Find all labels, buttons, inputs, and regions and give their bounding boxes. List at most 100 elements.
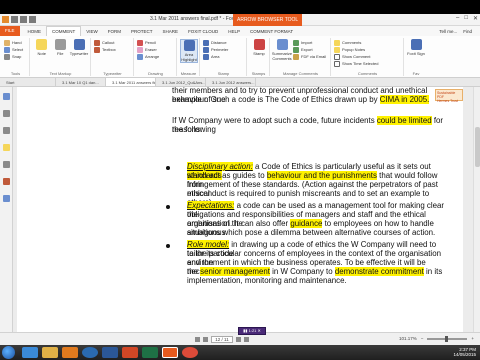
doc-tab[interactable]: 3.1 Jun 2012_Qu&Ans... [156, 78, 206, 86]
prev-page-icon[interactable] [203, 337, 208, 342]
tab-protect[interactable]: PROTECT [126, 29, 158, 34]
document-tab-bar: Start 3.1 Mar 10 Q1 dan... 3.1 Mar 2011 … [0, 78, 480, 87]
tell-me-input[interactable]: Tell me... [439, 29, 457, 34]
tab-home[interactable]: HOME [23, 29, 47, 34]
page-number-input[interactable]: 12 / 11 [211, 336, 233, 343]
recording-control-bar[interactable]: ▮▮ 1:21 ✕ [238, 327, 266, 335]
highlight-annotation[interactable]: could be limited [376, 116, 432, 125]
print-icon[interactable] [20, 16, 27, 23]
select-tool-button[interactable]: Select [4, 46, 27, 53]
close-button[interactable]: ✕ [473, 15, 478, 22]
file-attach-button[interactable]: File [52, 39, 70, 75]
zoom-out-icon[interactable]: − [421, 336, 424, 341]
zoom-level[interactable]: 101.17% [399, 336, 417, 341]
area-highlight-button[interactable]: Area Highlight [180, 39, 198, 63]
bullet [166, 166, 170, 170]
vertical-scrollbar[interactable] [473, 87, 480, 332]
quick-access-toolbar [2, 16, 36, 23]
perimeter-button[interactable]: Perimeter [203, 46, 244, 53]
powerpoint-icon[interactable] [122, 347, 138, 358]
comments-dropdown[interactable]: Comments [334, 39, 401, 46]
pages-icon[interactable] [3, 110, 10, 117]
word-icon[interactable] [102, 347, 118, 358]
typewriter-icon [73, 39, 85, 50]
show-comment-checkbox[interactable]: Show Comment [334, 53, 401, 60]
scrollbar-thumb[interactable] [475, 127, 480, 167]
file-tab[interactable]: FILE [0, 26, 20, 36]
last-page-icon[interactable] [244, 337, 249, 342]
chrome-icon[interactable] [182, 347, 198, 358]
comment-list-icon[interactable] [3, 144, 10, 151]
stamp-button[interactable]: Stamp [250, 39, 268, 56]
ie-icon[interactable] [22, 347, 38, 358]
highlight-annotation[interactable]: behaviour and the punishments [266, 171, 377, 180]
callout-icon [94, 39, 100, 46]
system-tray-clock[interactable]: 2:37 PM 14/05/2015 [453, 347, 476, 357]
summarize-comments-button[interactable]: Summarize Comments [272, 39, 292, 75]
tab-comment-format[interactable]: COMMENT FORMAT [245, 29, 298, 34]
zoom-in-icon[interactable]: + [471, 336, 474, 341]
find-input[interactable]: Find [463, 29, 472, 34]
distance-button[interactable]: Distance [203, 39, 244, 46]
pdf-page[interactable]: Sustainable PDF Hermes Trust their membe… [17, 87, 463, 332]
pencil-button[interactable]: Pencil [137, 39, 174, 46]
signature-icon[interactable] [3, 178, 10, 185]
import-button[interactable]: Import [293, 39, 326, 46]
bookmark-icon[interactable] [3, 93, 10, 100]
highlight-annotation[interactable]: CIMA in 2005. [379, 95, 430, 104]
doc-tab[interactable]: 3.1 Mar 10 Q1 dan... [56, 78, 106, 86]
snap-tool-button[interactable]: Snap [4, 53, 27, 60]
next-page-icon[interactable] [236, 337, 241, 342]
media-player-icon[interactable] [62, 347, 78, 358]
highlight-annotation[interactable]: senior management [200, 267, 270, 276]
zoom-slider[interactable] [427, 335, 468, 342]
folder-icon[interactable] [42, 347, 58, 358]
doc-tab[interactable]: 3.1 Jun 2012 answers... [206, 78, 256, 86]
popup-notes-dropdown[interactable]: Popup Notes [334, 46, 401, 53]
highlight-annotation[interactable]: guidance [290, 219, 323, 228]
start-button[interactable] [2, 346, 15, 359]
textbox-button[interactable]: Textbox [94, 46, 131, 53]
minimize-button[interactable]: – [456, 15, 459, 22]
first-page-icon[interactable] [195, 337, 200, 342]
layers-icon[interactable] [3, 127, 10, 134]
excel-icon[interactable] [142, 347, 158, 358]
arrange-button[interactable]: Arrange [137, 53, 174, 60]
document-viewport[interactable]: Sustainable PDF Hermes Trust their membe… [13, 87, 473, 332]
fdf-email-button[interactable]: FDF via Email [293, 53, 326, 60]
tab-share[interactable]: SHARE [158, 29, 184, 34]
page-navigation: 12 / 11 [195, 336, 249, 343]
tab-foxit-cloud[interactable]: FOXIT CLOUD [183, 29, 223, 34]
windows-taskbar: 2:37 PM 14/05/2015 [0, 345, 480, 360]
highlight-annotation[interactable]: Expectations: [187, 201, 235, 210]
popup-icon [334, 46, 340, 53]
note-button[interactable]: Note [33, 39, 51, 75]
attachment-icon[interactable] [3, 161, 10, 168]
export-button[interactable]: Export [293, 46, 326, 53]
area-button[interactable]: Area [203, 53, 244, 60]
callout-button[interactable]: Callout [94, 39, 131, 46]
show-time-selected-checkbox[interactable]: Show Time Selected [334, 60, 401, 67]
hp-icon[interactable] [82, 347, 98, 358]
tab-help[interactable]: HELP [223, 29, 245, 34]
app-icon[interactable] [2, 16, 9, 23]
highlight-annotation[interactable]: Role model: [187, 240, 230, 249]
save-icon[interactable] [11, 16, 18, 23]
tab-form[interactable]: FORM [103, 29, 126, 34]
highlight-annotation[interactable]: Disciplinary action: [187, 162, 253, 171]
zoom-slider-knob[interactable] [445, 335, 449, 342]
maximize-button[interactable]: □ [464, 15, 468, 22]
eraser-button[interactable]: Eraser [137, 46, 174, 53]
highlight-annotation[interactable]: demonstrate commitment [334, 267, 424, 276]
doc-tab-start[interactable]: Start [0, 78, 56, 86]
link-icon[interactable] [3, 195, 10, 202]
hand-tool-button[interactable]: Hand [4, 39, 27, 46]
undo-icon[interactable] [29, 16, 36, 23]
tab-comment[interactable]: COMMENT [46, 26, 82, 36]
doc-tab-active[interactable]: 3.1 Mar 2011 answers fin... [106, 78, 156, 86]
typewriter-button[interactable]: Typewriter [70, 39, 88, 75]
ribbon: Hand Select Snap Tools Note File Typewri… [0, 36, 480, 78]
foxit-sign-button[interactable]: Foxit Sign [407, 39, 425, 56]
tab-view[interactable]: VIEW [81, 29, 103, 34]
foxit-taskbar-icon[interactable] [162, 347, 178, 358]
